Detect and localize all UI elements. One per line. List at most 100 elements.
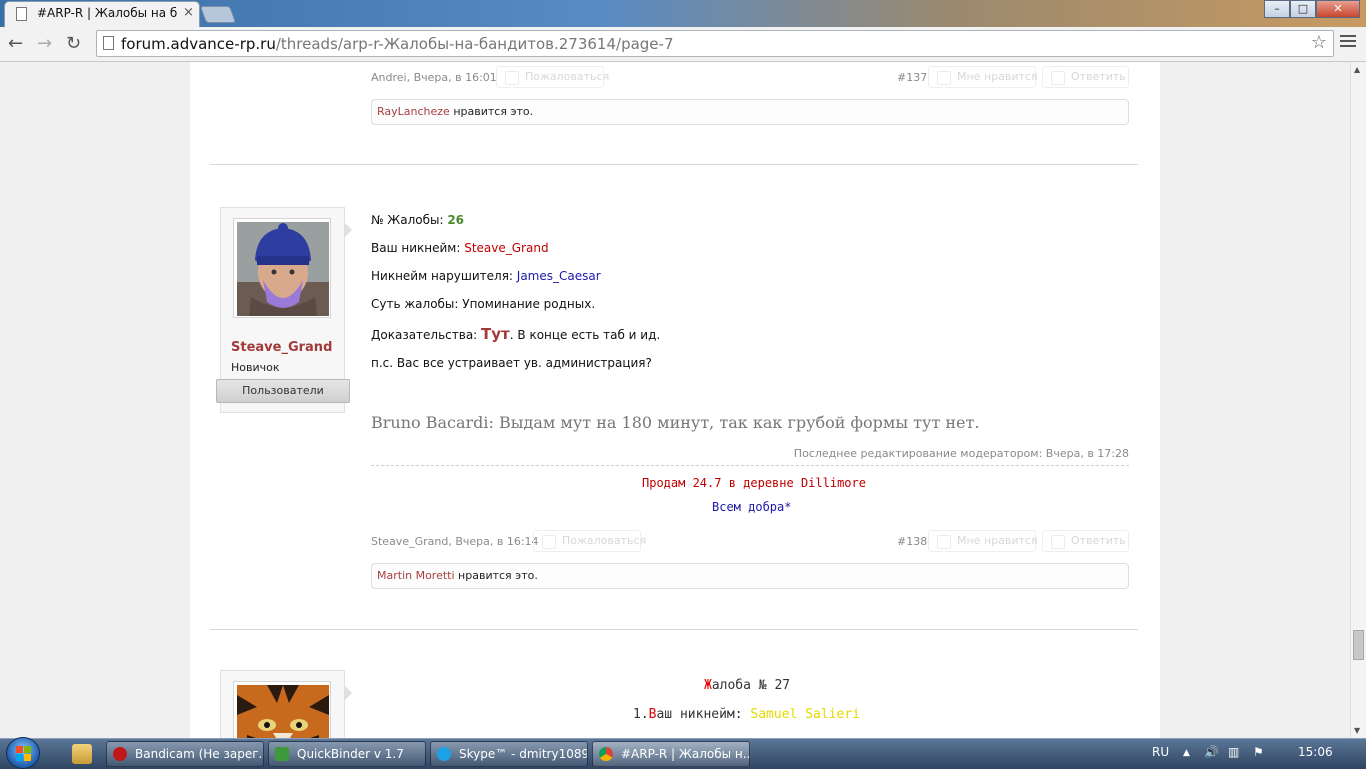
taskbar-label: #ARP-R | Жалобы н... bbox=[621, 747, 750, 761]
like-label: Мне нравится bbox=[957, 70, 1038, 83]
close-window-button[interactable]: ✕ bbox=[1316, 0, 1360, 18]
tiger-avatar-image bbox=[237, 685, 329, 738]
like-label: Мне нравится bbox=[957, 534, 1038, 547]
browser-toolbar: ← → ↻ forum.advance-rp.ru/threads/arp-r-… bbox=[0, 27, 1366, 62]
scroll-up-arrow-icon[interactable]: ▲ bbox=[1354, 65, 1360, 74]
post-138-report-button[interactable]: Пожаловаться bbox=[533, 530, 646, 552]
liked-by-link[interactable]: Martin Moretti bbox=[377, 569, 455, 582]
ps-line: п.с. Вас все устраивает ув. администраци… bbox=[371, 356, 652, 370]
chrome-icon bbox=[599, 747, 613, 761]
post-137-like-button[interactable]: Мне нравится bbox=[928, 66, 1038, 88]
scrollbar-thumb[interactable] bbox=[1353, 630, 1364, 660]
post-separator bbox=[210, 629, 1138, 630]
url-path: /threads/arp-r-Жалобы-на-бандитов.273614… bbox=[275, 35, 674, 53]
reply-label: Ответить bbox=[1071, 534, 1126, 547]
avatar-frame[interactable] bbox=[233, 218, 331, 318]
reply-label: Ответить bbox=[1071, 70, 1126, 83]
url-host: forum.advance-rp.ru bbox=[121, 35, 276, 53]
post-138-meta: Steave_Grand, Вчера, в 16:14 bbox=[371, 535, 539, 548]
violator-nick-label: Никнейм нарушителя: bbox=[371, 269, 517, 283]
avatar-frame[interactable] bbox=[233, 681, 331, 738]
complaint-27-line-1: 1.Ваш никнейм: Samuel Salieri bbox=[633, 707, 860, 722]
system-clock[interactable]: 15:06 bbox=[1298, 745, 1333, 759]
post-137-number[interactable]: #137 bbox=[897, 71, 927, 84]
post-137-report-button[interactable]: Пожаловаться bbox=[496, 66, 609, 88]
warning-icon bbox=[542, 535, 556, 549]
window-controls: – □ ✕ bbox=[1264, 0, 1360, 18]
post-separator bbox=[210, 164, 1138, 165]
thread-content: Andrei, Вчера, в 16:01 Пожаловаться #137… bbox=[190, 62, 1160, 738]
show-hidden-icons-icon[interactable]: ▲ bbox=[1183, 748, 1190, 758]
evidence-line: Доказательства: Тут. В конце есть таб и … bbox=[371, 325, 660, 343]
post-138-likes-summary: Martin Moretti нравится это. bbox=[371, 563, 1129, 589]
complaint-number-label: № Жалобы: bbox=[371, 213, 448, 227]
avatar-image bbox=[237, 222, 329, 316]
maximize-button[interactable]: □ bbox=[1290, 0, 1316, 18]
post-138-number[interactable]: #138 bbox=[897, 535, 927, 548]
post-138-time[interactable]: Вчера, в 16:14 bbox=[455, 535, 538, 548]
post-138-username[interactable]: Steave_Grand bbox=[231, 340, 332, 355]
address-bar[interactable]: forum.advance-rp.ru/threads/arp-r-Жалобы… bbox=[96, 30, 1334, 57]
network-icon[interactable]: ▥ bbox=[1228, 745, 1239, 759]
post-138-reply-button[interactable]: Ответить bbox=[1042, 530, 1129, 552]
line-value: Samuel Salieri bbox=[750, 707, 860, 722]
taskbar-skype[interactable]: Skype™ - dmitry10899 bbox=[430, 741, 588, 767]
action-center-icon[interactable]: ⚑ bbox=[1253, 745, 1264, 759]
post-137-time[interactable]: Вчера, в 16:01 bbox=[414, 71, 497, 84]
post-138-author[interactable]: Steave_Grand bbox=[371, 535, 448, 548]
moderator-note: Bruno Bacardi: Выдам мут на 180 минут, т… bbox=[371, 413, 980, 432]
like-icon bbox=[937, 71, 951, 85]
skype-icon bbox=[437, 747, 451, 761]
warning-icon bbox=[505, 71, 519, 85]
post-137-author[interactable]: Andrei bbox=[371, 71, 407, 84]
heading-rest: алоба № 27 bbox=[711, 678, 791, 693]
evidence-link[interactable]: Тут bbox=[481, 325, 510, 343]
evidence-label: Доказательства: bbox=[371, 328, 482, 342]
new-tab-button[interactable] bbox=[199, 6, 237, 23]
reload-icon[interactable]: ↻ bbox=[66, 33, 81, 54]
post-138-like-button[interactable]: Мне нравится bbox=[928, 530, 1038, 552]
heading-first-letter: Ж bbox=[704, 678, 712, 693]
taskbar-label: QuickBinder v 1.7 bbox=[297, 747, 404, 761]
signature-divider bbox=[371, 465, 1129, 466]
minimize-button[interactable]: – bbox=[1264, 0, 1290, 18]
forward-icon[interactable]: → bbox=[37, 33, 52, 54]
post-139-userbox bbox=[220, 670, 352, 738]
liked-by-link[interactable]: RayLancheze bbox=[377, 105, 450, 118]
complaint-27-heading: Жалоба № 27 bbox=[704, 678, 790, 693]
taskbar-chrome[interactable]: #ARP-R | Жалобы н... bbox=[592, 741, 750, 767]
taskbar-quickbinder[interactable]: QuickBinder v 1.7 bbox=[268, 741, 426, 767]
browser-titlebar: #ARP-R | Жалобы на бан × – □ ✕ bbox=[0, 0, 1366, 27]
windows-taskbar: Bandicam (Не зарег... QuickBinder v 1.7 … bbox=[0, 737, 1366, 769]
complaint-number-value: 26 bbox=[447, 213, 465, 227]
tab-arp-complaints[interactable]: #ARP-R | Жалобы на бан × bbox=[4, 1, 200, 27]
taskbar-bandicam[interactable]: Bandicam (Не зарег... bbox=[106, 741, 264, 767]
report-label: Пожаловаться bbox=[562, 534, 647, 547]
post-137-reply-button[interactable]: Ответить bbox=[1042, 66, 1129, 88]
chrome-menu-icon[interactable] bbox=[1340, 35, 1356, 49]
page-scrollbar[interactable]: ▲ ▼ bbox=[1350, 62, 1366, 738]
reply-icon bbox=[1051, 535, 1065, 549]
report-label: Пожаловаться bbox=[525, 70, 610, 83]
start-button[interactable] bbox=[6, 737, 40, 769]
liked-suffix: нравится это. bbox=[449, 105, 534, 118]
scroll-down-arrow-icon[interactable]: ▼ bbox=[1354, 726, 1360, 735]
volume-icon[interactable]: 🔊 bbox=[1204, 745, 1219, 759]
language-indicator[interactable]: RU bbox=[1152, 745, 1169, 759]
signature-line-2: Всем добра* bbox=[712, 500, 792, 514]
bookmark-star-icon[interactable]: ☆ bbox=[1311, 32, 1327, 53]
post-138-user-group: Пользователи bbox=[216, 379, 350, 403]
back-icon[interactable]: ← bbox=[8, 33, 23, 54]
explorer-folder-icon[interactable] bbox=[72, 744, 92, 764]
liked-suffix: нравится это. bbox=[454, 569, 538, 582]
line-number: 1. bbox=[633, 707, 649, 722]
post-137-meta: Andrei, Вчера, в 16:01 bbox=[371, 71, 497, 84]
quickbinder-icon bbox=[275, 747, 289, 761]
page-icon bbox=[103, 36, 114, 50]
your-nick-line: Ваш никнейм: Steave_Grand bbox=[371, 241, 549, 255]
taskbar-label: Bandicam (Не зарег... bbox=[135, 747, 264, 761]
reply-icon bbox=[1051, 71, 1065, 85]
page-viewport: Andrei, Вчера, в 16:01 Пожаловаться #137… bbox=[0, 62, 1350, 738]
evidence-rest: . В конце есть таб и ид. bbox=[509, 328, 661, 342]
tab-close-icon[interactable]: × bbox=[183, 5, 194, 20]
